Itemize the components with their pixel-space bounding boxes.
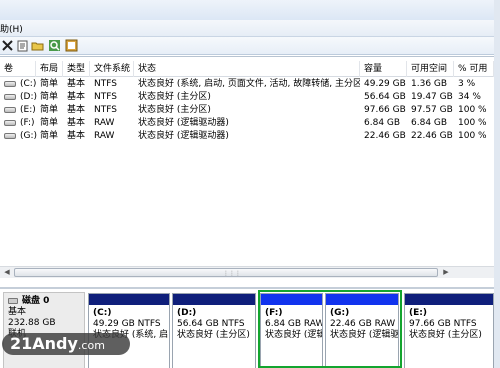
disk-type: 基本	[8, 307, 27, 317]
drive-icon	[4, 133, 16, 139]
volume-row[interactable]: (G:) 简单 基本 RAW 状态良好 (逻辑驱动器) 22.46 GB 22.…	[0, 130, 500, 143]
disk-size: 232.88 GB	[8, 318, 56, 328]
volume-list-panel: 卷 布局 类型 文件系统 状态 容量 可用空间 % 可用 (C:) 简单 基本 …	[0, 56, 500, 286]
partition-bar	[89, 294, 169, 305]
drive-icon	[4, 81, 16, 87]
col-percent-free[interactable]: % 可用	[454, 61, 494, 77]
partition-e[interactable]: (E:) 97.66 GB NTFS 状态良好 (主分区)	[404, 293, 494, 368]
horizontal-scrollbar[interactable]: ◀ ⋮⋮⋮ ▶	[0, 266, 494, 278]
search-icon[interactable]	[48, 39, 61, 52]
disk-graphical-view: 磁盘 0 基本 232.88 GB 联机 (C:) 49.29 GB NTFS …	[0, 287, 494, 368]
menu-help[interactable]: 助(H)	[0, 22, 23, 35]
volume-row[interactable]: (E:) 简单 基本 NTFS 状态良好 (主分区) 97.66 GB 97.5…	[0, 104, 500, 117]
window-right-edge	[494, 0, 500, 368]
partition-d[interactable]: (D:) 56.64 GB NTFS 状态良好 (主分区)	[172, 293, 256, 368]
col-capacity[interactable]: 容量	[360, 61, 407, 77]
volume-row[interactable]: (D:) 简单 基本 NTFS 状态良好 (主分区) 56.64 GB 19.4…	[0, 91, 500, 104]
partition-bar	[405, 294, 493, 305]
disk-0-label[interactable]: 磁盘 0 基本 232.88 GB 联机	[3, 292, 85, 368]
drive-icon	[4, 120, 16, 126]
open-icon[interactable]	[31, 39, 44, 52]
col-type[interactable]: 类型	[63, 61, 90, 77]
drive-icon	[4, 94, 16, 100]
watermark-logo: 21Andy.com	[2, 333, 130, 355]
volume-row[interactable]: (C:) 简单 基本 NTFS 状态良好 (系统, 启动, 页面文件, 活动, …	[0, 78, 500, 91]
extended-partition-selection	[258, 290, 402, 368]
partition-bar	[173, 294, 255, 305]
col-status[interactable]: 状态	[134, 61, 360, 77]
scrollbar-thumb[interactable]: ⋮⋮⋮	[14, 268, 438, 277]
disk-icon	[8, 297, 18, 304]
scroll-left-arrow-icon[interactable]: ◀	[1, 267, 13, 278]
drive-icon	[4, 107, 16, 113]
col-filesystem[interactable]: 文件系统	[90, 61, 134, 77]
close-icon[interactable]	[1, 39, 14, 52]
col-layout[interactable]: 布局	[36, 61, 63, 77]
help-icon[interactable]	[65, 39, 78, 52]
volume-row[interactable]: (F:) 简单 基本 RAW 状态良好 (逻辑驱动器) 6.84 GB 6.84…	[0, 117, 500, 130]
col-free-space[interactable]: 可用空间	[407, 61, 454, 77]
volume-list-header: 卷 布局 类型 文件系统 状态 容量 可用空间 % 可用	[0, 61, 500, 77]
window-title-bar	[0, 0, 500, 20]
menu-bar: 助(H)	[0, 20, 500, 37]
scroll-right-arrow-icon[interactable]: ▶	[440, 267, 452, 278]
col-volume[interactable]: 卷	[0, 61, 36, 77]
partition-c[interactable]: (C:) 49.29 GB NTFS 状态良好 (系统, 启	[88, 293, 170, 368]
scroll-grip-icon: ⋮⋮⋮	[223, 270, 241, 277]
toolbar	[0, 37, 500, 55]
properties-icon[interactable]	[16, 39, 29, 52]
